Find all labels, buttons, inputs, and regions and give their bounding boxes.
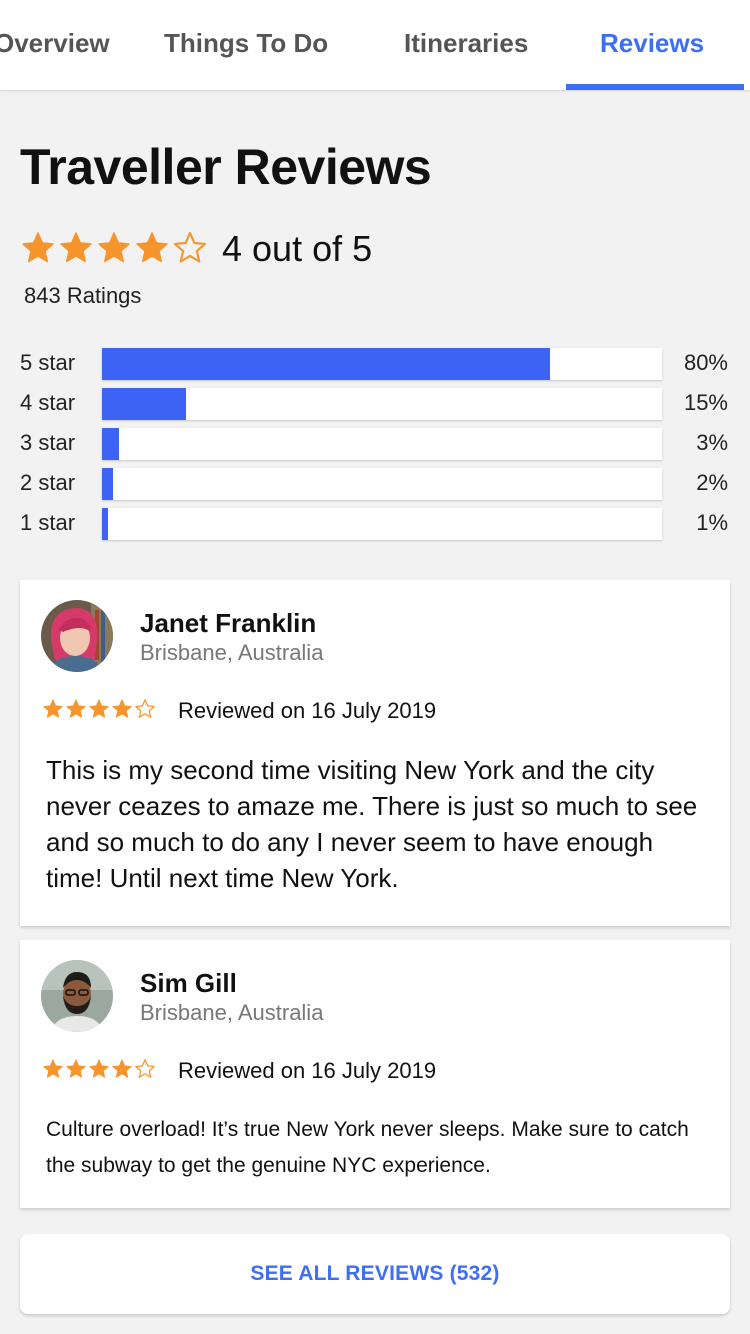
summary-star-rating xyxy=(20,230,208,270)
tab-reviews[interactable]: Reviews xyxy=(600,28,704,59)
star-filled-icon xyxy=(43,699,63,718)
reviewer-name: Sim Gill xyxy=(140,968,237,998)
distribution-label: 1 star xyxy=(20,510,76,535)
distribution-bar-fill xyxy=(102,508,108,540)
tab-bar: Overview Things To Do Itineraries Review… xyxy=(0,0,750,90)
rating-distribution-row: 1 star 1% xyxy=(0,508,750,542)
rating-distribution-row: 2 star 2% xyxy=(0,468,750,502)
tab-things-to-do[interactable]: Things To Do xyxy=(164,28,328,59)
review-star-rating xyxy=(42,698,156,720)
distribution-label: 3 star xyxy=(20,430,76,455)
distribution-bar-track xyxy=(102,388,662,420)
avatar-photo-janet xyxy=(41,600,113,672)
star-outline-icon xyxy=(135,1059,155,1078)
star-filled-icon xyxy=(112,1059,132,1078)
distribution-bar-track xyxy=(102,468,662,500)
star-filled-icon xyxy=(43,1059,63,1078)
review-text: Culture overload! It’s true New York nev… xyxy=(46,1118,689,1177)
active-tab-indicator xyxy=(566,84,744,90)
review-card: Janet Franklin Brisbane, Australia Revie… xyxy=(20,580,730,926)
distribution-bar-track xyxy=(102,508,662,540)
tab-overview[interactable]: Overview xyxy=(0,28,110,59)
review-star-rating xyxy=(42,1058,156,1080)
rating-distribution-row: 5 star 80% xyxy=(0,348,750,382)
distribution-label: 4 star xyxy=(20,390,76,415)
star-filled-icon xyxy=(98,232,130,263)
rating-summary-text: 4 out of 5 xyxy=(222,228,373,269)
distribution-percent: 80% xyxy=(683,350,728,375)
distribution-percent: 2% xyxy=(696,470,728,495)
distribution-bar-track xyxy=(102,348,662,380)
avatar-photo-sim xyxy=(41,960,113,1032)
distribution-bar-fill xyxy=(102,428,119,460)
star-filled-icon xyxy=(22,232,54,263)
page-title: Traveller Reviews xyxy=(20,139,432,195)
star-outline-icon xyxy=(173,231,207,263)
distribution-percent: 1% xyxy=(696,510,728,535)
distribution-label: 2 star xyxy=(20,470,76,495)
reviewer-name: Janet Franklin xyxy=(140,608,317,638)
ratings-count: 843 Ratings xyxy=(24,283,142,308)
star-outline-icon xyxy=(135,699,155,718)
reviewer-location: Brisbane, Australia xyxy=(140,640,324,665)
distribution-bar-fill xyxy=(102,388,186,420)
star-filled-icon xyxy=(66,1059,86,1078)
avatar xyxy=(41,960,113,1032)
distribution-bar-fill xyxy=(102,468,114,500)
star-filled-icon xyxy=(89,699,109,718)
avatar xyxy=(41,600,113,672)
distribution-bar-fill xyxy=(102,348,550,380)
review-date: Reviewed on 16 July 2019 xyxy=(178,698,437,723)
tab-itineraries[interactable]: Itineraries xyxy=(404,28,528,59)
star-filled-icon xyxy=(89,1059,109,1078)
review-text: This is my second time visiting New York… xyxy=(46,755,698,893)
star-filled-icon xyxy=(66,699,86,718)
review-card: Sim Gill Brisbane, Australia Reviewed on… xyxy=(20,940,730,1208)
distribution-bar-track xyxy=(102,428,662,460)
distribution-percent: 3% xyxy=(696,430,728,455)
rating-distribution-row: 4 star 15% xyxy=(0,388,750,422)
review-date: Reviewed on 16 July 2019 xyxy=(178,1058,437,1083)
distribution-label: 5 star xyxy=(20,350,76,375)
star-filled-icon xyxy=(60,232,92,263)
distribution-percent: 15% xyxy=(683,390,728,415)
see-all-reviews-button[interactable]: SEE ALL REVIEWS (532) xyxy=(20,1234,730,1314)
star-filled-icon xyxy=(112,699,132,718)
star-filled-icon xyxy=(136,232,168,263)
reviewer-location: Brisbane, Australia xyxy=(140,1000,324,1025)
rating-distribution-row: 3 star 3% xyxy=(0,428,750,462)
